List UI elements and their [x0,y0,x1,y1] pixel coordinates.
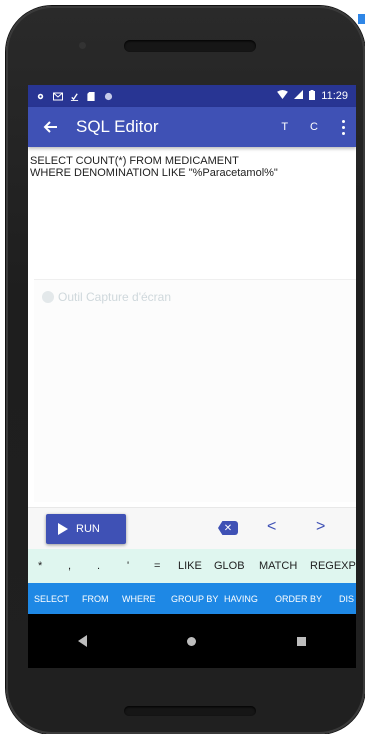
symbol-key[interactable]: REGEXP [310,560,356,572]
play-icon [58,523,68,535]
symbol-key[interactable]: * [38,560,42,572]
keyword-key[interactable]: ORDER BY [275,594,322,604]
back-arrow-icon[interactable] [38,115,62,139]
action-t-button[interactable]: T [281,121,288,133]
phone-frame: 11:29 SQL Editor T C SELECT COUNT(*) FRO… [6,6,365,734]
symbol-bar: * , . ' = LIKE GLOB MATCH REGEXP [28,549,356,583]
system-nav-bar [28,614,356,668]
nav-home-icon[interactable] [187,636,197,646]
app-bar: SQL Editor T C [28,107,356,147]
bottom-speaker [124,706,256,716]
query-line-2: WHERE DENOMINATION LIKE "%Paracetamol%" [30,167,278,179]
side-accent [358,14,365,24]
cursor-left-button[interactable]: < [267,518,276,536]
keyword-key[interactable]: GROUP BY [171,594,218,604]
nav-recents-icon[interactable] [296,636,306,646]
query-line-1: SELECT COUNT(*) FROM MEDICAMENT [30,155,239,167]
backspace-icon[interactable]: ✕ [218,521,238,535]
symbol-key[interactable]: , [68,560,71,572]
front-camera-icon [79,42,86,49]
signal-icon [294,90,304,102]
overflow-menu-icon[interactable] [340,119,346,135]
download-icon [70,92,79,101]
symbol-key[interactable]: . [97,560,100,572]
symbol-key[interactable]: GLOB [214,560,245,572]
keyword-key[interactable]: SELECT [34,594,69,604]
settings-icon [36,92,45,101]
earpiece-speaker [124,40,256,52]
symbol-key[interactable]: MATCH [259,560,297,572]
keyword-key[interactable]: HAVING [224,594,258,604]
symbol-key[interactable]: = [154,560,160,572]
cursor-right-button[interactable]: > [316,518,325,536]
capture-tool-overlay: Outil Capture d'écran [34,279,356,502]
screen: 11:29 SQL Editor T C SELECT COUNT(*) FRO… [28,85,356,668]
controls-row: RUN ✕ < > [28,507,356,550]
action-c-button[interactable]: C [310,121,318,133]
keyword-bar: SELECT FROM WHERE GROUP BY HAVING ORDER … [28,583,356,614]
status-bar: 11:29 [28,85,356,107]
nav-back-icon[interactable] [78,635,88,647]
mail-icon [53,92,63,101]
run-button[interactable]: RUN [46,514,126,544]
keyword-key[interactable]: DIS [339,594,354,604]
status-time: 11:29 [321,90,348,102]
sql-query-text[interactable]: SELECT COUNT(*) FROM MEDICAMENT WHERE DE… [28,147,356,187]
wifi-icon [277,90,289,102]
symbol-key[interactable]: LIKE [178,560,202,572]
symbol-key[interactable]: ' [127,560,129,572]
page-title: SQL Editor [76,117,159,136]
sync-circle-icon [104,92,113,101]
sql-editor[interactable]: SELECT COUNT(*) FROM MEDICAMENT WHERE DE… [28,147,356,507]
capture-tool-label: Outil Capture d'écran [58,290,172,304]
keyword-key[interactable]: WHERE [122,594,156,604]
run-label: RUN [76,523,100,535]
sd-card-icon [87,91,96,101]
capture-tool-icon [42,291,54,303]
keyword-key[interactable]: FROM [82,594,109,604]
battery-icon [309,89,316,103]
